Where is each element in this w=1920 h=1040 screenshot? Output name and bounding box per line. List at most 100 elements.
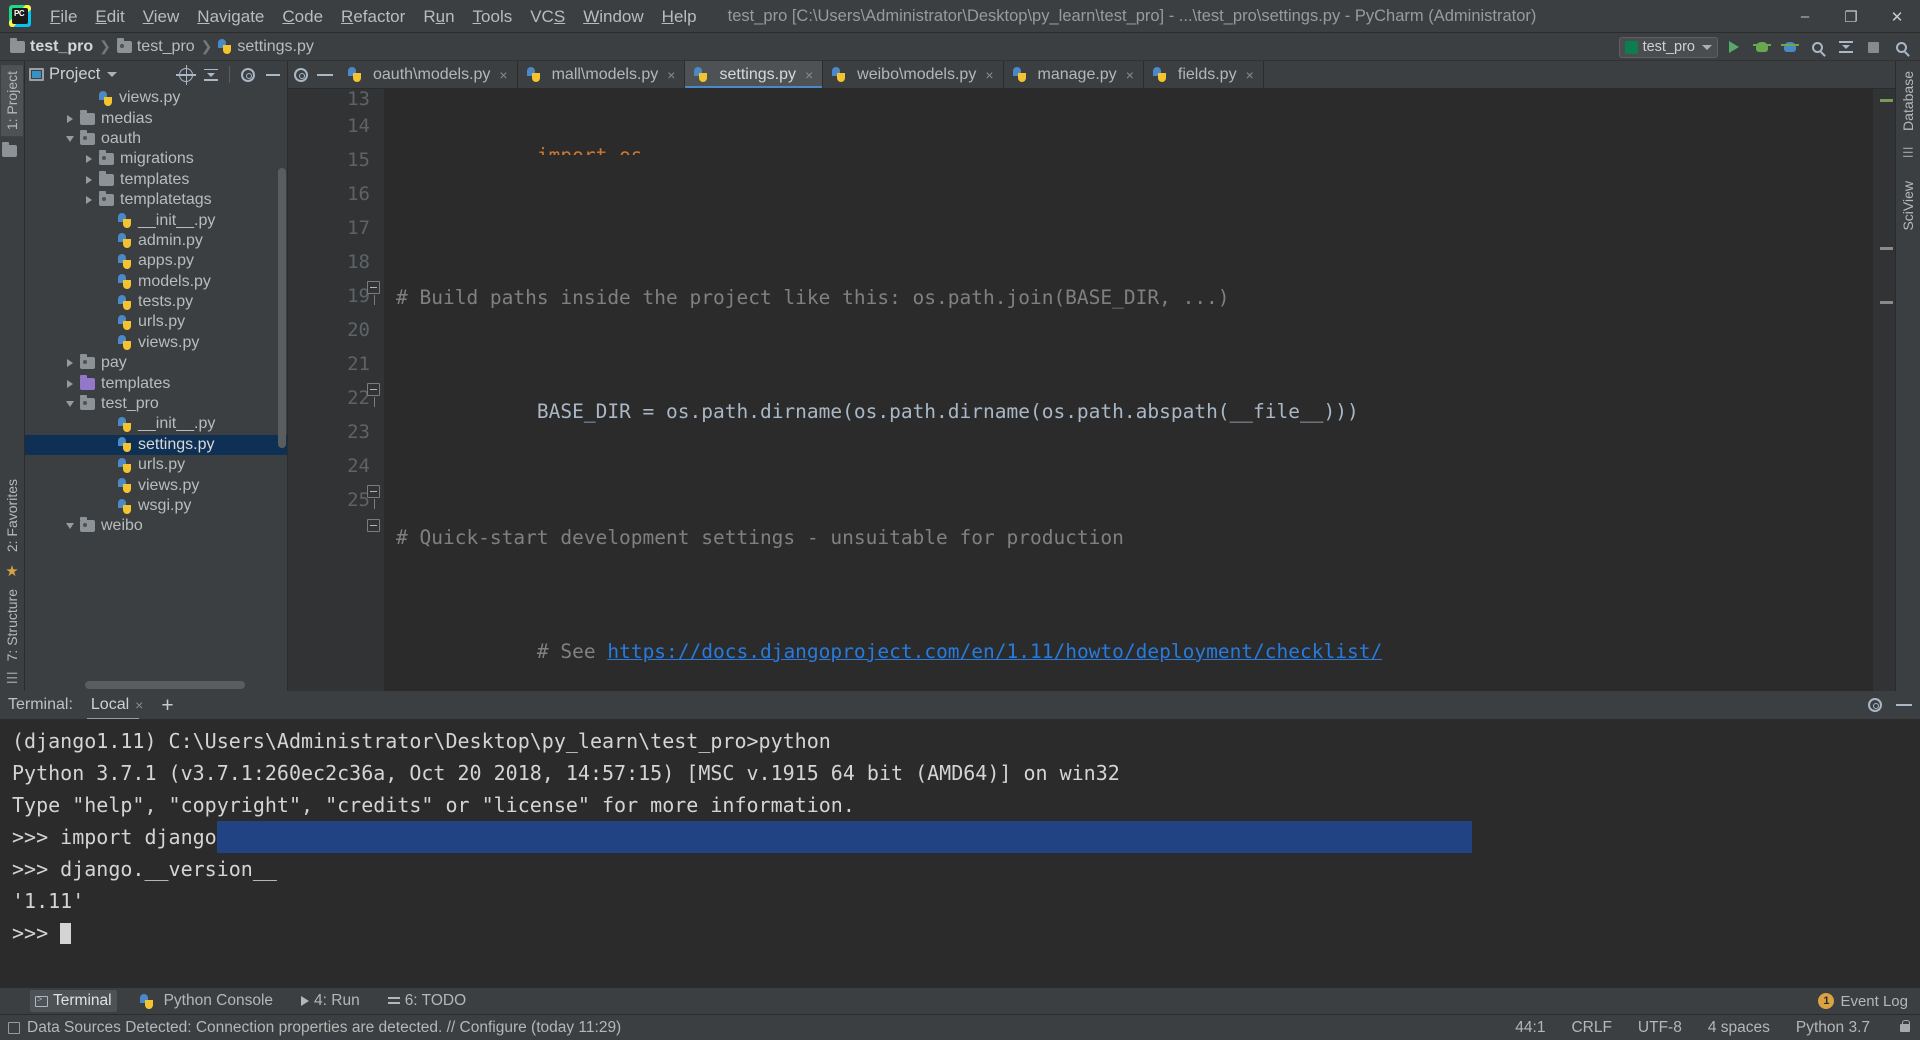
caret-position[interactable]: 44:1 — [1515, 1019, 1545, 1037]
code-fold-toggle[interactable] — [367, 485, 380, 509]
profile-button[interactable] — [1805, 35, 1830, 59]
close-button[interactable]: ✕ — [1874, 0, 1920, 33]
lock-icon[interactable] — [1900, 1019, 1910, 1032]
code-content[interactable]: import os # Build paths inside the proje… — [384, 89, 1895, 691]
tree-item[interactable]: models.py — [25, 272, 287, 292]
tree-item[interactable]: views.py — [25, 333, 287, 353]
editor-marker-strip[interactable] — [1873, 89, 1895, 691]
sidebar-tab-favorites[interactable]: 2: Favorites — [1, 473, 23, 558]
tree-item[interactable]: urls.py — [25, 455, 287, 475]
chevron-down-icon[interactable] — [107, 72, 118, 77]
add-terminal-button[interactable]: + — [161, 695, 173, 716]
hide-panel-button[interactable] — [263, 65, 283, 85]
search-everywhere-button[interactable] — [1889, 35, 1914, 59]
chevron-down-icon[interactable] — [63, 398, 76, 411]
tree-item[interactable]: templatetags — [25, 190, 287, 210]
menu-refactor[interactable]: Refactor — [332, 4, 414, 29]
menu-navigate[interactable]: Navigate — [188, 4, 273, 29]
stop-button[interactable] — [1861, 35, 1886, 59]
tree-item[interactable]: wsgi.py — [25, 496, 287, 516]
scroll-from-source-button[interactable] — [176, 64, 196, 85]
sidebar-tab-database[interactable]: Database — [1897, 65, 1919, 137]
chevron-right-icon[interactable] — [82, 173, 95, 186]
editor-tab[interactable]: fields.py × — [1143, 61, 1264, 88]
tree-item[interactable]: apps.py — [25, 251, 287, 271]
terminal-tab-local[interactable]: Local × — [85, 693, 149, 720]
menu-vcs[interactable]: VCS — [521, 4, 574, 29]
terminal-output[interactable]: (django1.11) C:\Users\Administrator\Desk… — [0, 719, 1920, 988]
tree-item[interactable]: pay — [25, 353, 287, 373]
tool-tab-terminal[interactable]: Terminal — [30, 990, 117, 1012]
minimize-icon[interactable] — [317, 73, 333, 76]
menu-run[interactable]: Run — [414, 4, 463, 29]
menu-help[interactable]: Help — [653, 4, 706, 29]
tree-item[interactable]: medias — [25, 108, 287, 128]
tree-item-selected[interactable]: settings.py — [25, 434, 287, 456]
sidebar-tab-sciview[interactable]: SciView — [1897, 175, 1919, 237]
close-icon[interactable]: × — [1246, 67, 1254, 83]
tree-item[interactable]: urls.py — [25, 312, 287, 332]
code-fold-toggle[interactable] — [367, 383, 380, 407]
chevron-right-icon[interactable] — [63, 112, 76, 125]
tree-item[interactable]: migrations — [25, 149, 287, 169]
status-message[interactable]: Data Sources Detected: Connection proper… — [27, 1019, 621, 1037]
menu-view[interactable]: View — [134, 4, 189, 29]
close-icon[interactable]: × — [667, 67, 675, 83]
run-button[interactable] — [1721, 35, 1746, 59]
attach-button[interactable] — [1833, 35, 1858, 59]
menu-code[interactable]: Code — [273, 4, 332, 29]
close-icon[interactable]: × — [499, 67, 507, 83]
chevron-right-icon[interactable] — [82, 153, 95, 166]
minimize-button[interactable]: – — [1782, 0, 1828, 33]
minimize-icon[interactable] — [1896, 704, 1912, 706]
tree-item[interactable]: templates — [25, 170, 287, 190]
tool-tab-python-console[interactable]: Python Console — [135, 990, 278, 1012]
breadcrumb-item-file[interactable]: settings.py — [218, 38, 314, 56]
close-icon[interactable]: × — [135, 697, 143, 713]
editor-tab[interactable]: mall\models.py × — [517, 61, 686, 88]
sidebar-tab-project[interactable]: 1: Project — [1, 65, 23, 137]
run-with-coverage-button[interactable] — [1777, 35, 1802, 59]
editor-tab[interactable]: weibo\models.py × — [823, 61, 1004, 88]
tree-vertical-scrollbar[interactable] — [278, 168, 286, 448]
chevron-down-icon[interactable] — [63, 132, 76, 145]
tree-item[interactable]: views.py — [25, 88, 287, 108]
editor-horizontal-scrollbar[interactable] — [480, 682, 1873, 691]
debug-button[interactable] — [1749, 35, 1774, 59]
tree-item[interactable]: views.py — [25, 475, 287, 495]
menu-edit[interactable]: Edit — [86, 4, 133, 29]
tree-item[interactable]: templates — [25, 373, 287, 393]
menu-file[interactable]: File — [41, 4, 86, 29]
run-configuration-selector[interactable]: test_pro — [1618, 36, 1718, 58]
tree-item[interactable]: __init__.py — [25, 210, 287, 230]
close-icon[interactable]: × — [1126, 67, 1134, 83]
event-log-button[interactable]: 1 Event Log — [1818, 993, 1908, 1010]
panel-settings-button[interactable] — [238, 65, 258, 85]
close-icon[interactable]: × — [985, 67, 993, 83]
file-encoding[interactable]: UTF-8 — [1638, 1019, 1682, 1037]
tool-tab-todo[interactable]: 6: TODO — [383, 990, 471, 1012]
collapse-all-button[interactable] — [201, 65, 221, 85]
tree-item[interactable]: weibo — [25, 516, 287, 536]
tree-item[interactable]: tests.py — [25, 292, 287, 312]
chevron-right-icon[interactable] — [63, 377, 76, 390]
tree-item[interactable]: test_pro — [25, 394, 287, 414]
gear-icon[interactable] — [1868, 698, 1882, 712]
tree-item[interactable]: admin.py — [25, 231, 287, 251]
editor-tab[interactable]: settings.py × — [685, 61, 824, 88]
tree-item[interactable]: __init__.py — [25, 414, 287, 434]
sidebar-tab-structure[interactable]: 7: Structure — [1, 583, 23, 667]
tool-tab-run[interactable]: 4: Run — [296, 990, 365, 1012]
project-file-tree[interactable]: views.py medias oauth migrations templates te… — [25, 88, 287, 691]
close-icon[interactable]: × — [805, 67, 813, 83]
menu-window[interactable]: Window — [574, 4, 652, 29]
menu-tools[interactable]: Tools — [464, 4, 522, 29]
chevron-right-icon[interactable] — [63, 357, 76, 370]
chevron-right-icon[interactable] — [82, 194, 95, 207]
line-separator[interactable]: CRLF — [1571, 1019, 1611, 1037]
editor-tab[interactable]: oauth\models.py × — [339, 61, 518, 88]
code-fold-toggle[interactable] — [367, 281, 380, 305]
code-line-19-url[interactable]: https://docs.djangoproject.com/en/1.11/h… — [607, 640, 1382, 663]
code-fold-toggle[interactable] — [367, 519, 380, 532]
tree-horizontal-scrollbar[interactable] — [85, 681, 245, 689]
